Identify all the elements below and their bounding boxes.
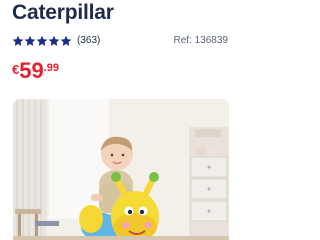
price-integer: 59 (19, 58, 44, 83)
product-reference: Ref: 136839 (173, 35, 229, 46)
star-icon (24, 35, 36, 46)
star-icon (60, 35, 72, 46)
review-count-link[interactable]: (363) (77, 34, 100, 48)
star-icon (36, 35, 48, 46)
price-decimal: .99 (43, 62, 60, 74)
product-photo-icon (13, 99, 229, 240)
product-title: Caterpillar (12, 1, 114, 24)
rating-row: (363) Ref: 136839 (12, 34, 228, 48)
star-icon (12, 35, 24, 46)
price-currency: € (12, 62, 20, 77)
star-rating[interactable] (12, 35, 72, 47)
product-price: €59.99 (12, 60, 59, 82)
product-image[interactable] (13, 99, 229, 240)
star-icon (48, 35, 60, 46)
